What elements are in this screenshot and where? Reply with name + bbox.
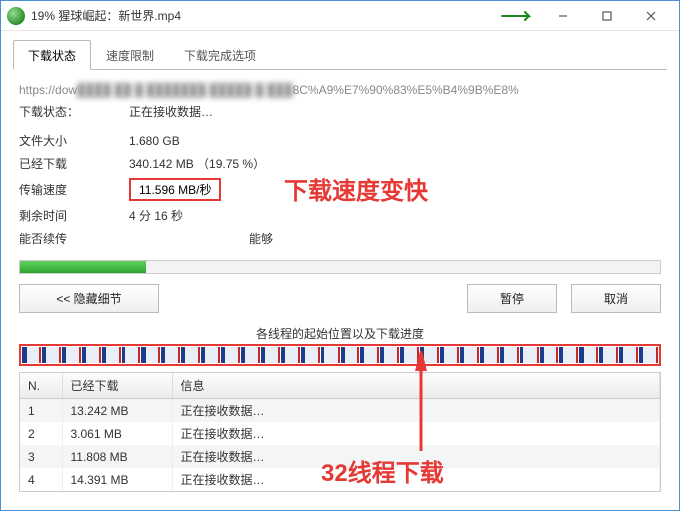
resume-label: 能否续传 <box>19 230 129 247</box>
thread-segment <box>440 347 460 363</box>
overall-progress-fill <box>20 261 146 273</box>
col-info[interactable]: 信息 <box>172 373 660 399</box>
close-button[interactable] <box>629 2 673 30</box>
threads-progress-bar-outline <box>19 344 661 366</box>
url-prefix: https://dow <box>19 83 77 97</box>
filesize-label: 文件大小 <box>19 132 129 149</box>
thread-segment <box>639 347 658 363</box>
minimize-button[interactable] <box>541 2 585 30</box>
thread-segment <box>221 347 241 363</box>
thread-segment <box>281 347 301 363</box>
thread-segment <box>420 347 440 363</box>
col-n[interactable]: N. <box>20 373 62 399</box>
col-downloaded[interactable]: 已经下载 <box>62 373 172 399</box>
thread-segment <box>400 347 420 363</box>
cancel-button[interactable]: 取消 <box>571 284 661 313</box>
window-title: 19% 猩球崛起：新世界.mp4 <box>31 7 501 24</box>
thread-segment <box>341 347 361 363</box>
download-arrow-icon <box>501 10 531 22</box>
thread-segment <box>380 347 400 363</box>
thread-segment <box>22 347 42 363</box>
overall-progress-bar <box>19 260 661 274</box>
threads-table[interactable]: N. 已经下载 信息 113.242 MB正在接收数据…23.061 MB正在接… <box>19 372 661 492</box>
thread-segment <box>480 347 500 363</box>
thread-segment <box>181 347 201 363</box>
thread-segment <box>201 347 221 363</box>
app-logo-icon <box>7 7 25 25</box>
downloaded-value: 340.142 MB （19.75 %） <box>129 155 661 172</box>
thread-segment <box>520 347 540 363</box>
thread-segment <box>559 347 579 363</box>
thread-segment <box>360 347 380 363</box>
table-row[interactable]: 311.808 MB正在接收数据… <box>20 445 660 468</box>
filesize-value: 1.680 GB <box>129 134 661 148</box>
thread-segment <box>62 347 82 363</box>
titlebar: 19% 猩球崛起：新世界.mp4 <box>1 1 679 31</box>
url-blurred: ████ ██ █ ███████ █████ █ ███ <box>77 83 293 97</box>
table-row[interactable]: 23.061 MB正在接收数据… <box>20 422 660 445</box>
table-row[interactable]: 511.698 MB正在接收数据… <box>20 491 660 492</box>
speed-value: 11.596 MB/秒 <box>129 178 221 201</box>
table-row[interactable]: 113.242 MB正在接收数据… <box>20 399 660 423</box>
thread-segment <box>321 347 341 363</box>
thread-segment <box>460 347 480 363</box>
thread-segment <box>241 347 261 363</box>
tab-download-status[interactable]: 下载状态 <box>13 40 91 70</box>
tabs: 下载状态 速度限制 下载完成选项 <box>13 39 667 70</box>
thread-segment <box>301 347 321 363</box>
thread-segment <box>82 347 102 363</box>
tab-complete-options[interactable]: 下载完成选项 <box>169 40 271 70</box>
thread-segment <box>42 347 62 363</box>
resume-value: 能够 <box>129 230 661 247</box>
thread-segment <box>579 347 599 363</box>
pause-button[interactable]: 暂停 <box>467 284 557 313</box>
eta-value: 4 分 16 秒 <box>129 207 661 224</box>
thread-segment <box>102 347 122 363</box>
eta-label: 剩余时间 <box>19 207 129 224</box>
dl-status-label: 下载状态： <box>19 103 129 120</box>
tab-speed-limit[interactable]: 速度限制 <box>91 40 169 70</box>
downloaded-label: 已经下载 <box>19 155 129 172</box>
speed-label: 传输速度 <box>19 181 129 198</box>
thread-segment <box>161 347 181 363</box>
threads-header: 各线程的起始位置以及下载进度 <box>13 325 667 342</box>
hide-details-button[interactable]: << 隐藏细节 <box>19 284 159 313</box>
table-row[interactable]: 414.391 MB正在接收数据… <box>20 468 660 491</box>
thread-segment <box>500 347 520 363</box>
thread-segment <box>540 347 560 363</box>
dl-status-value: 正在接收数据… <box>129 103 661 120</box>
thread-segment <box>261 347 281 363</box>
maximize-button[interactable] <box>585 2 629 30</box>
url-suffix: 8C%A9%E7%90%83%E5%B4%9B%E8% <box>293 83 519 97</box>
thread-segment <box>599 347 619 363</box>
thread-segment <box>619 347 639 363</box>
thread-segment <box>141 347 161 363</box>
thread-segment <box>122 347 142 363</box>
threads-progress-bar <box>22 347 658 363</box>
